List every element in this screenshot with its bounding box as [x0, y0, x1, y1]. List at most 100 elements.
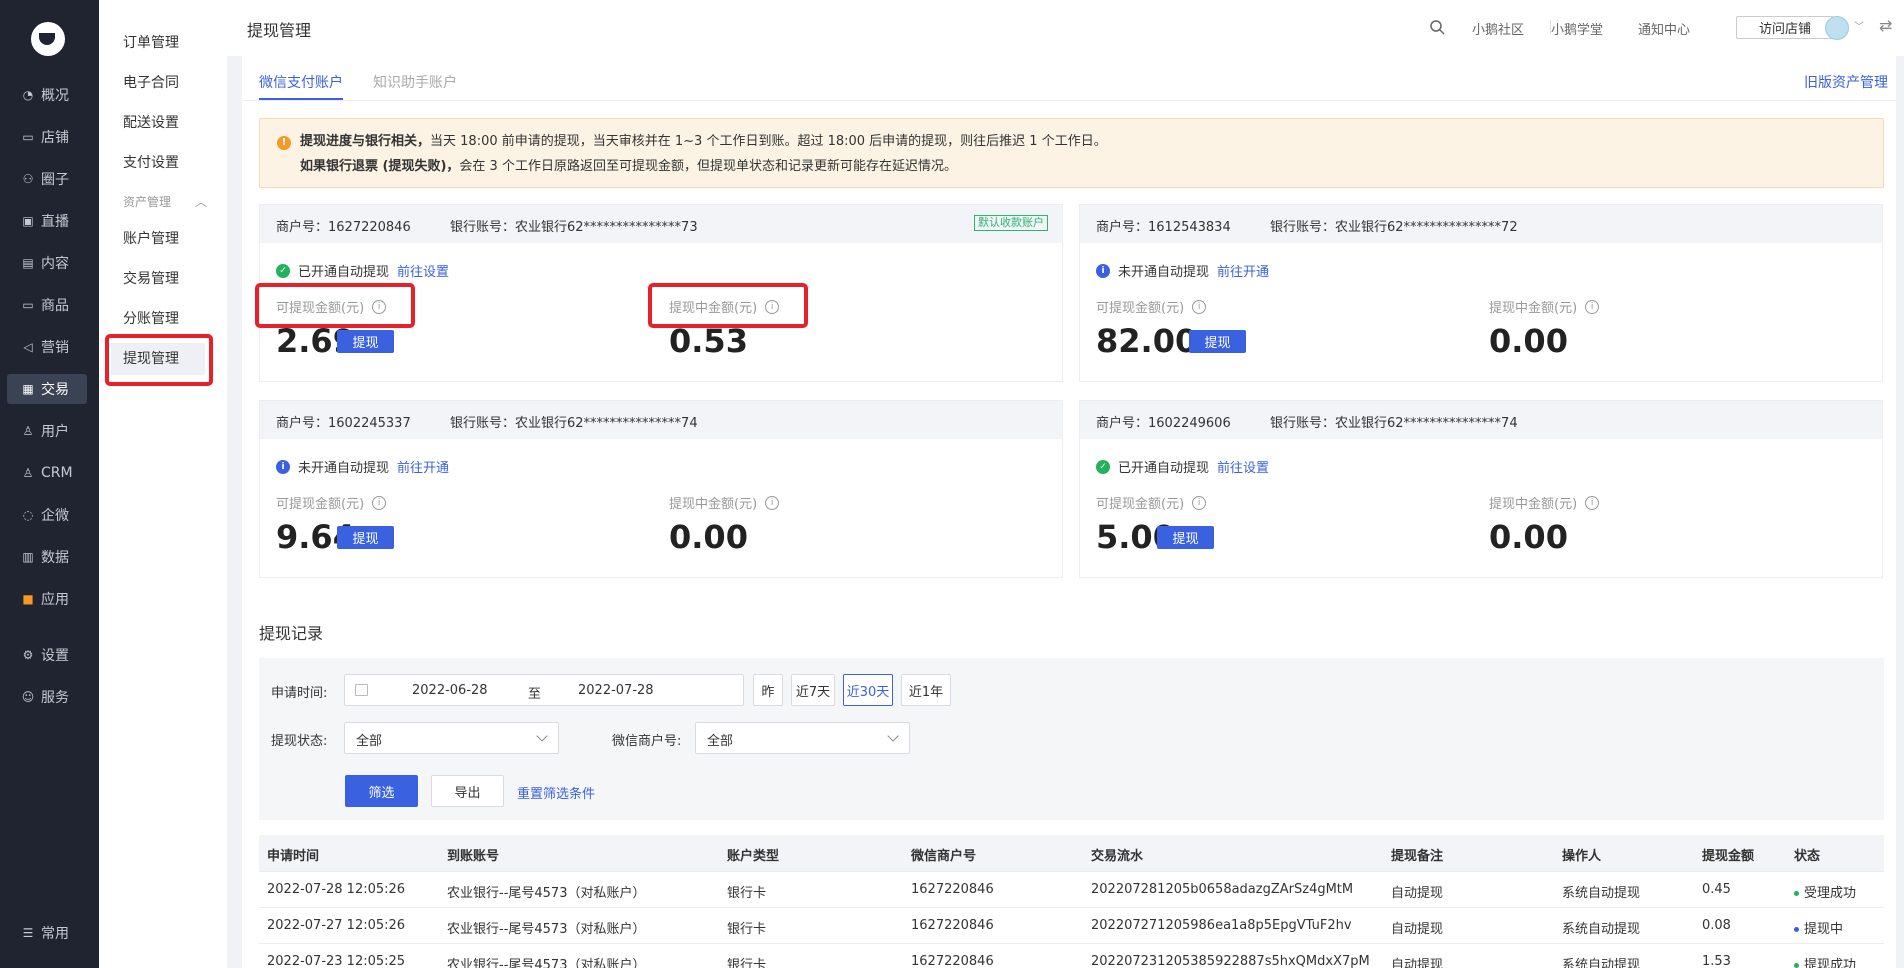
nav-item-label: 交易 [41, 382, 69, 398]
table-cell: 202207281205b0658adazgZArSz4gMtM [1091, 882, 1354, 897]
brand-logo-icon[interactable] [31, 22, 65, 56]
quick-1year-button[interactable]: 近1年 [901, 674, 951, 706]
nav-item-live[interactable]: ▣ 直播 [7, 206, 87, 236]
nav-item-service[interactable]: ☺ 服务 [7, 682, 87, 712]
nav-item-trade[interactable]: ▦ 交易 [7, 374, 87, 404]
nav-item-goods[interactable]: ▭ 商品 [7, 290, 87, 320]
table-cell: 0.45 [1702, 882, 1731, 897]
submenu-item-orders[interactable]: 订单管理 [123, 33, 179, 53]
auto-withdraw-setting-link[interactable]: 前往开通 [1217, 261, 1269, 280]
avatar[interactable] [1825, 16, 1849, 40]
column-header: 操作人 [1562, 849, 1602, 864]
nav-item-label: 应用 [41, 592, 69, 608]
visit-store-button[interactable]: 访问店铺 [1736, 16, 1834, 39]
quick-30days-button[interactable]: 近30天 [843, 674, 893, 706]
submenu-group-assets[interactable]: 资产管理 ︿ [123, 193, 207, 210]
nav-item-apps[interactable]: ■ 应用 [7, 584, 87, 614]
nav-item-label: 商品 [41, 298, 69, 314]
auto-withdraw-setting-link[interactable]: 前往开通 [397, 457, 449, 476]
notice-line-1: 提现进度与银行相关，当天 18:00 前申请的提现，当天审核并在 1~3 个工作… [300, 134, 1107, 149]
info-icon[interactable]: i [1585, 495, 1600, 510]
community-link[interactable]: 小鹅社区 [1472, 19, 1524, 38]
column-header: 状态 [1794, 849, 1821, 864]
merchant-number: 商户号：1612543834 [1096, 220, 1231, 235]
nav-item-label: 设置 [41, 648, 69, 664]
check-circle-icon: ✓ [1096, 459, 1110, 474]
withdraw-button[interactable]: 提现 [337, 526, 394, 549]
nav-item-label: 数据 [41, 550, 69, 566]
info-icon[interactable]: i [1192, 495, 1207, 510]
nav-item-data[interactable]: ▥ 数据 [7, 542, 87, 572]
nav-item-store[interactable]: ▭ 店铺 [7, 122, 87, 152]
academy-link[interactable]: 小鹅学堂 [1551, 19, 1603, 38]
table-row[interactable]: 2022-07-27 12:05:26 农业银行--尾号4573（对私账户） 银行卡… [259, 908, 1884, 944]
table-cell: 202207271205986ea1a8p5EpgVTuF2hv [1091, 918, 1352, 933]
column-header: 申请时间 [267, 849, 320, 864]
info-icon[interactable]: i [1585, 299, 1600, 314]
quick-yesterday-button[interactable]: 昨 [753, 674, 783, 706]
content-icon: ▤ [22, 256, 34, 270]
column-header: 到账账号 [447, 849, 500, 864]
submenu-item-transactions[interactable]: 交易管理 [123, 269, 179, 289]
date-range-picker[interactable]: 2022-06-28 至 2022-07-28 [344, 674, 744, 706]
date-separator: 至 [528, 687, 542, 702]
submenu-item-contracts[interactable]: 电子合同 [123, 73, 179, 93]
info-icon[interactable]: i [1192, 299, 1207, 314]
nav-item-overview[interactable]: ◔ 概况 [7, 80, 87, 110]
nav-item-common[interactable]: ☰ 常用 [7, 918, 87, 948]
overview-icon: ◔ [22, 88, 34, 102]
nav-item-settings[interactable]: ⚙ 设置 [7, 640, 87, 670]
table-cell: 系统自动提现 [1562, 958, 1641, 968]
search-icon[interactable] [1429, 19, 1445, 35]
submenu-item-split[interactable]: 分账管理 [123, 309, 179, 329]
nav-item-marketing[interactable]: ◁ 营销 [7, 332, 87, 362]
status-text: 受理成功 [1804, 886, 1857, 901]
circle-group-icon: ⚇ [22, 172, 34, 186]
filter-button[interactable]: 筛选 [345, 775, 418, 807]
nav-item-circle-group[interactable]: ⚇ 圈子 [7, 164, 87, 194]
switch-icon[interactable]: ⇄ [1879, 16, 1892, 35]
chevron-down-icon [887, 730, 899, 742]
notification-center-link[interactable]: 通知中心 [1638, 19, 1690, 38]
settings-icon: ⚙ [22, 648, 34, 662]
reset-filter-link[interactable]: 重置筛选条件 [517, 783, 595, 802]
merchant-number: 商户号：1602249606 [1096, 416, 1231, 431]
bank-account: 银行账号：农业银行62***************72 [1270, 220, 1518, 235]
auto-withdraw-setting-link[interactable]: 前往设置 [1217, 457, 1269, 476]
withdraw-button[interactable]: 提现 [1157, 526, 1214, 549]
tab-wechat-pay[interactable]: 微信支付账户 [259, 72, 343, 92]
nav-item-content[interactable]: ▤ 内容 [7, 248, 87, 278]
export-button[interactable]: 导出 [431, 775, 504, 807]
auto-withdraw-setting-link[interactable]: 前往设置 [397, 261, 449, 280]
apply-time-label: 申请时间: [271, 686, 328, 701]
highlight-box [648, 283, 808, 328]
info-icon[interactable]: i [372, 495, 387, 510]
chevron-down-icon[interactable]: ﹀ [1854, 18, 1864, 33]
table-row[interactable]: 2022-07-23 12:05:25 农业银行--尾号4573（对私账户） 银行卡… [259, 944, 1884, 968]
withdraw-button[interactable]: 提现 [1189, 330, 1246, 353]
submenu-item-payment[interactable]: 支付设置 [123, 153, 179, 173]
submenu-item-accounts[interactable]: 账户管理 [123, 229, 179, 249]
wecom-icon: ◌ [22, 508, 34, 522]
live-icon: ▣ [22, 214, 34, 228]
nav-item-label: 营销 [41, 340, 69, 356]
nav-item-user[interactable]: ♙ 用户 [7, 416, 87, 446]
table-cell: 1627220846 [911, 882, 994, 897]
info-icon[interactable]: i [765, 495, 780, 510]
table-row[interactable]: 2022-07-28 12:05:26 农业银行--尾号4573（对私账户） 银行卡… [259, 872, 1884, 908]
status-text: 提现中 [1804, 922, 1844, 937]
old-asset-management-link[interactable]: 旧版资产管理 [1804, 72, 1888, 92]
nav-item-crm[interactable]: ♙ CRM [7, 458, 87, 488]
submenu-item-delivery[interactable]: 配送设置 [123, 113, 179, 133]
table-cell: 系统自动提现 [1562, 886, 1641, 901]
nav-item-wecom[interactable]: ◌ 企微 [7, 500, 87, 530]
withdraw-button[interactable]: 提现 [337, 330, 394, 353]
status-select[interactable]: 全部 [344, 722, 559, 754]
auto-withdraw-status: ✓ 已开通自动提现 前往设置 [276, 261, 449, 280]
merchant-select[interactable]: 全部 [695, 722, 910, 754]
table-header: 申请时间 到账账号 账户类型 微信商户号 交易流水 提现备注 操作人 提现金额 状态 [259, 835, 1884, 872]
quick-7days-button[interactable]: 近7天 [791, 674, 835, 706]
pending-amount-label: 提现中金额(元) i [1489, 493, 1600, 512]
nav-item-label: 概况 [41, 88, 69, 104]
tab-knowledge-assistant[interactable]: 知识助手账户 [373, 72, 457, 92]
